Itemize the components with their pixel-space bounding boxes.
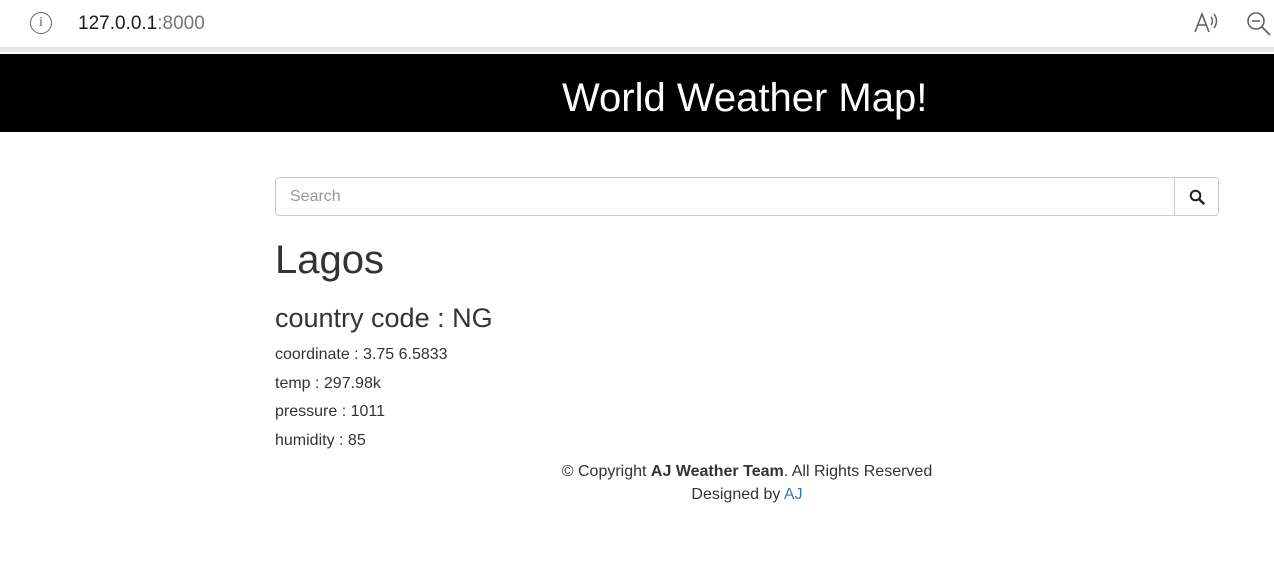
coordinate-text: coordinate : 3.75 6.5833 [275,346,448,363]
city-name: Lagos [275,238,384,282]
zoom-out-icon[interactable] [1246,11,1272,37]
toolbar-divider [0,48,1274,52]
humidity-text: humidity : 85 [275,432,366,449]
copyright-line: © Copyright AJ Weather Team. All Rights … [275,460,1219,483]
team-name: AJ Weather Team [650,463,784,480]
designed-by-line: Designed by AJ [275,483,1219,506]
country-code: country code : NG [275,303,493,333]
page-footer: © Copyright AJ Weather Team. All Rights … [275,460,1219,506]
temperature-text: temp : 297.98k [275,375,381,392]
designed-by-label: Designed by [691,486,784,503]
read-aloud-icon[interactable] [1192,11,1220,35]
pressure-text: pressure : 1011 [275,403,385,420]
copyright-prefix: © Copyright [561,463,651,480]
address-url[interactable]: 127.0.0.1:8000 [78,12,205,36]
site-title: World Weather Map! [562,76,928,120]
browser-address-bar: i 127.0.0.1:8000 [0,0,1274,52]
designer-link[interactable]: AJ [784,486,803,503]
search-button[interactable] [1174,177,1219,216]
search-bar [275,177,1219,216]
rights-text: . All Rights Reserved [783,463,933,480]
search-input[interactable] [275,177,1175,216]
info-icon[interactable]: i [30,12,52,34]
url-port: :8000 [157,13,205,34]
site-header: World Weather Map! [0,54,1274,132]
url-host: 127.0.0.1 [78,13,158,34]
search-icon [1189,189,1205,205]
